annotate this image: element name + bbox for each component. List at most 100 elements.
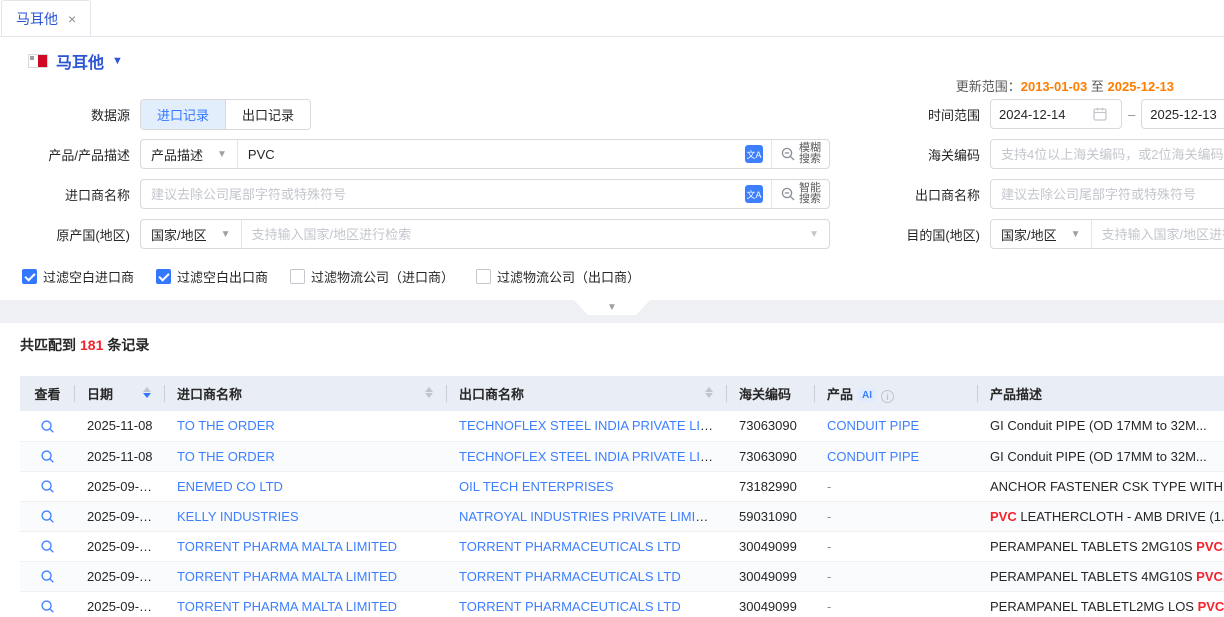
update-range-to: 2025-12-13 (1108, 79, 1175, 94)
column-header-exporter[interactable]: 出口商名称 (447, 376, 727, 411)
date-to-field[interactable] (1141, 99, 1224, 129)
hs-code-cell: 73182990 (727, 471, 815, 501)
destination-country-select[interactable]: 国家/地区▼ (991, 220, 1092, 248)
date-from-field[interactable] (990, 99, 1122, 129)
checkbox-filter-blank-exporter[interactable]: 过滤空白出口商 (156, 267, 268, 286)
checkbox-filter-logistics-importer[interactable]: 过滤物流公司（进口商） (290, 267, 454, 286)
chevron-down-icon: ▼ (809, 229, 829, 240)
country-selector[interactable]: 马耳他 ▼ (0, 37, 1224, 77)
date-from-input[interactable] (999, 107, 1085, 122)
exporter-link[interactable]: TECHNOFLEX STEEL INDIA PRIVATE LIMITED (459, 449, 727, 464)
view-record-icon[interactable] (40, 539, 55, 554)
importer-link[interactable]: TO THE ORDER (177, 418, 275, 433)
translate-icon[interactable]: 文A (745, 145, 763, 163)
view-record-icon[interactable] (40, 419, 55, 434)
origin-country-select[interactable]: 国家/地区▼ (141, 220, 242, 248)
date-to-input[interactable] (1150, 107, 1224, 122)
collapse-filters-handle[interactable]: ▼ (574, 300, 650, 315)
description-cell: PERAMPANEL TABLETL2MG LOS PVC... (978, 591, 1224, 617)
hs-code-cell: 30049099 (727, 561, 815, 591)
exporter-link[interactable]: TORRENT PHARMACEUTICALS LTD (459, 569, 681, 584)
filter-panel: 马耳他 ▼ 更新范围：2013-01-03 至 2025-12-13 数据源 进… (0, 37, 1224, 300)
exporter-link[interactable]: NATROYAL INDUSTRIES PRIVATE LIMITED (459, 509, 721, 524)
info-icon[interactable]: i (881, 390, 894, 403)
checkbox-icon[interactable] (476, 269, 491, 284)
exporter-name-input[interactable] (991, 180, 1224, 208)
exporter-label: 出口商名称 (872, 185, 990, 204)
checkbox-filter-logistics-exporter[interactable]: 过滤物流公司（出口商） (476, 267, 640, 286)
exporter-link[interactable]: TORRENT PHARMACEUTICALS LTD (459, 539, 681, 554)
importer-link[interactable]: KELLY INDUSTRIES (177, 509, 299, 524)
view-record-cell[interactable] (20, 531, 75, 561)
sort-icon-importer[interactable] (425, 387, 433, 398)
view-record-cell[interactable] (20, 591, 75, 617)
view-record-cell[interactable] (20, 471, 75, 501)
checkbox-icon[interactable] (290, 269, 305, 284)
importer-label: 进口商名称 (0, 185, 140, 204)
country-name: 马耳他 (56, 49, 104, 73)
view-record-icon[interactable] (40, 449, 55, 464)
exporter-cell: TORRENT PHARMACEUTICALS LTD (447, 591, 727, 617)
sort-icon-exporter[interactable] (705, 387, 713, 398)
importer-link[interactable]: TORRENT PHARMA MALTA LIMITED (177, 599, 397, 614)
checkbox-icon[interactable] (22, 269, 37, 284)
product-type-select[interactable]: 产品描述▼ (141, 140, 238, 168)
view-record-icon[interactable] (40, 599, 55, 614)
table-row: 2025-09-18 KELLY INDUSTRIES NATROYAL IND… (20, 501, 1224, 531)
table-row: 2025-09-10 TORRENT PHARMA MALTA LIMITED … (20, 591, 1224, 617)
product-search-input[interactable] (238, 140, 745, 168)
tab-close-icon[interactable]: × (68, 11, 76, 27)
column-header-hs-code: 海关编码 (727, 376, 815, 411)
product-cell: CONDUIT PIPE (815, 441, 978, 471)
view-record-icon[interactable] (40, 479, 55, 494)
product-cell: CONDUIT PIPE (815, 411, 978, 441)
chevron-down-icon: ▼ (221, 229, 231, 240)
view-record-cell[interactable] (20, 441, 75, 471)
origin-country-label: 原产国(地区) (0, 225, 140, 244)
view-record-icon[interactable] (40, 569, 55, 584)
view-record-cell[interactable] (20, 561, 75, 591)
tab-import-records[interactable]: 进口记录 (141, 100, 225, 129)
hs-code-input[interactable] (991, 140, 1224, 168)
product-cell: - (815, 471, 978, 501)
product-link[interactable]: CONDUIT PIPE (827, 418, 919, 433)
description-cell: PVC LEATHERCLOTH - AMB DRIVE (1... (978, 501, 1224, 531)
data-source-switch: 进口记录 出口记录 (140, 99, 311, 130)
sort-icon-date[interactable] (143, 387, 151, 398)
product-link[interactable]: CONDUIT PIPE (827, 449, 919, 464)
importer-cell: TORRENT PHARMA MALTA LIMITED (165, 531, 447, 561)
view-record-cell[interactable] (20, 411, 75, 441)
importer-cell: TO THE ORDER (165, 441, 447, 471)
tab-malta[interactable]: 马耳他 × (1, 0, 91, 36)
fuzzy-search-icon (780, 146, 796, 162)
exporter-cell: TORRENT PHARMACEUTICALS LTD (447, 561, 727, 591)
view-record-icon[interactable] (40, 509, 55, 524)
column-header-date[interactable]: 日期 (75, 376, 165, 411)
description-cell: PERAMPANEL TABLETS 2MG10S PVC... (978, 531, 1224, 561)
exporter-link[interactable]: TECHNOFLEX STEEL INDIA PRIVATE LIMITED (459, 418, 727, 433)
exporter-link[interactable]: TORRENT PHARMACEUTICALS LTD (459, 599, 681, 614)
smart-search-button[interactable]: 智能搜索 (771, 180, 829, 208)
tab-bar: 马耳他 × (0, 0, 1224, 37)
view-record-cell[interactable] (20, 501, 75, 531)
table-row: 2025-09-10 TORRENT PHARMA MALTA LIMITED … (20, 531, 1224, 561)
description-cell: ANCHOR FASTENER CSK TYPE WITH ... (978, 471, 1224, 501)
column-header-description: 产品描述 (978, 376, 1224, 411)
product-cell: - (815, 561, 978, 591)
importer-name-input[interactable] (141, 180, 745, 208)
importer-link[interactable]: TO THE ORDER (177, 449, 275, 464)
importer-link[interactable]: ENEMED CO LTD (177, 479, 283, 494)
fuzzy-search-button[interactable]: 模糊搜索 (771, 140, 829, 168)
importer-link[interactable]: TORRENT PHARMA MALTA LIMITED (177, 539, 397, 554)
importer-link[interactable]: TORRENT PHARMA MALTA LIMITED (177, 569, 397, 584)
column-header-importer[interactable]: 进口商名称 (165, 376, 447, 411)
translate-icon[interactable]: 文A (745, 185, 763, 203)
exporter-link[interactable]: OIL TECH ENTERPRISES (459, 479, 614, 494)
checkbox-filter-blank-importer[interactable]: 过滤空白进口商 (22, 267, 134, 286)
destination-country-input[interactable] (1092, 220, 1224, 248)
checkbox-icon[interactable] (156, 269, 171, 284)
origin-country-input[interactable] (242, 220, 810, 248)
date-cell: 2025-11-08 (75, 411, 165, 441)
tab-title: 马耳他 (16, 9, 58, 29)
tab-export-records[interactable]: 出口记录 (225, 100, 310, 129)
